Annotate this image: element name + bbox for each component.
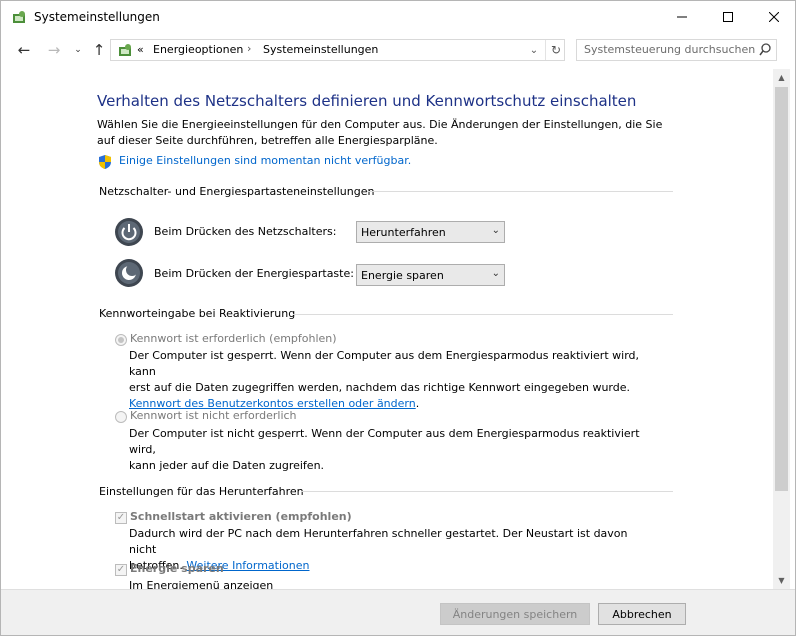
description-line: Der Computer ist nicht gesperrt. Wenn de…: [129, 427, 640, 456]
sleep-description: Im Energiemenü anzeigen: [129, 579, 274, 589]
breadcrumb-prefix[interactable]: «: [137, 43, 144, 56]
password-required-description: Der Computer ist gesperrt. Wenn der Comp…: [129, 348, 649, 412]
password-required-label[interactable]: Kennwort ist erforderlich (empfohlen): [130, 332, 337, 345]
password-not-required-radio[interactable]: [115, 411, 127, 423]
description-line: erst auf die Daten zugegriffen werden, n…: [129, 381, 631, 394]
refresh-icon: ↻: [550, 43, 562, 57]
link-suffix: .: [415, 397, 420, 410]
fast-startup-checkbox[interactable]: ✓: [115, 512, 127, 524]
chevron-down-icon: ⌄: [529, 44, 539, 56]
forward-arrow-icon[interactable]: →: [44, 41, 64, 59]
intro-text: Wählen Sie die Energieeinstellungen für …: [97, 118, 663, 147]
power-section-title: Netzschalter- und Energiespartasteneinst…: [99, 185, 375, 198]
chevron-down-icon: ⌄: [491, 268, 500, 279]
minimize-icon: [677, 16, 687, 18]
sleep-button-label: Beim Drücken der Energiespartaste:: [154, 267, 354, 280]
shutdown-section-title: Einstellungen für das Herunterfahren: [99, 485, 304, 498]
minimize-button[interactable]: [659, 1, 705, 33]
recent-locations-chevron-icon[interactable]: ⌄: [68, 45, 88, 55]
address-bar[interactable]: « Energieoptionen › Systemeinstellungen …: [110, 39, 565, 61]
sleep-button-action-select[interactable]: Energie sparen ⌄: [356, 264, 505, 286]
up-arrow-icon[interactable]: ↑: [89, 41, 109, 59]
content-area: Verhalten des Netzschalters definieren u…: [1, 69, 773, 589]
search-input[interactable]: Systemsteuerung durchsuchen: [576, 39, 777, 61]
footer-bar: Änderungen speichern Abbrechen: [1, 589, 795, 635]
sleep-checkbox[interactable]: ✓: [115, 564, 127, 576]
password-not-required-label[interactable]: Kennwort ist nicht erforderlich: [130, 409, 297, 422]
address-dropdown-button[interactable]: ⌄: [525, 40, 543, 60]
password-not-required-description: Der Computer ist nicht gesperrt. Wenn de…: [129, 426, 649, 474]
power-button-label: Beim Drücken des Netzschalters:: [154, 225, 337, 238]
control-panel-icon: [119, 44, 131, 56]
title-bar[interactable]: Systemeinstellungen: [1, 1, 795, 33]
description-line: Dadurch wird der PC nach dem Herunterfah…: [129, 527, 628, 556]
maximize-button[interactable]: [705, 1, 751, 33]
power-button-action-select[interactable]: Herunterfahren ⌄: [356, 221, 505, 243]
navigation-bar: ← → ⌄ ↑ « Energieoptionen › Systemeinste…: [1, 33, 795, 69]
scroll-down-icon[interactable]: ▼: [773, 572, 790, 589]
checkmark-icon: ✓: [116, 564, 126, 575]
cancel-button[interactable]: Abbrechen: [598, 603, 686, 625]
fast-startup-label[interactable]: Schnellstart aktivieren (empfohlen): [130, 510, 352, 523]
control-panel-icon: [13, 11, 25, 23]
sleep-button-icon: [115, 259, 143, 287]
sleep-label[interactable]: Energie sparen: [130, 562, 224, 575]
breadcrumb-energieoptionen[interactable]: Energieoptionen: [153, 43, 243, 56]
section-divider: [293, 314, 673, 315]
window-title: Systemeinstellungen: [34, 10, 160, 24]
close-icon: [769, 12, 779, 22]
section-divider: [301, 491, 673, 492]
back-arrow-icon[interactable]: ←: [14, 41, 34, 59]
page-title: Verhalten des Netzschalters definieren u…: [97, 92, 637, 110]
checkmark-icon: ✓: [116, 512, 126, 523]
description-line: Der Computer ist gesperrt. Wenn der Comp…: [129, 349, 640, 378]
scroll-up-icon[interactable]: ▲: [773, 69, 790, 86]
sleep-button-action-value: Energie sparen: [361, 269, 444, 282]
power-button-icon: [115, 218, 143, 246]
vertical-scrollbar[interactable]: ▲ ▼: [773, 69, 790, 589]
maximize-icon: [723, 12, 733, 22]
refresh-button[interactable]: ↻: [545, 40, 566, 60]
search-icon: [759, 43, 771, 56]
save-changes-button[interactable]: Änderungen speichern: [440, 603, 590, 625]
search-placeholder: Systemsteuerung durchsuchen: [584, 43, 756, 56]
uac-shield-icon: [99, 155, 111, 169]
chevron-down-icon: ⌄: [491, 225, 500, 236]
description-line: kann jeder auf die Daten zugreifen.: [129, 459, 325, 472]
scrollbar-thumb[interactable]: [775, 87, 788, 491]
password-required-radio[interactable]: [115, 334, 127, 346]
breadcrumb-separator-icon[interactable]: ›: [247, 42, 251, 55]
close-button[interactable]: [751, 1, 795, 33]
breadcrumb-systemeinstellungen[interactable]: Systemeinstellungen: [263, 43, 378, 56]
password-section-title: Kennworteingabe bei Reaktivierung: [99, 307, 296, 320]
unavailable-settings-link[interactable]: Einige Einstellungen sind momentan nicht…: [119, 154, 411, 167]
power-button-action-value: Herunterfahren: [361, 226, 446, 239]
section-divider: [367, 191, 673, 192]
systemeinstellungen-window: Systemeinstellungen ← → ⌄ ↑ « Energieopt…: [0, 0, 796, 636]
